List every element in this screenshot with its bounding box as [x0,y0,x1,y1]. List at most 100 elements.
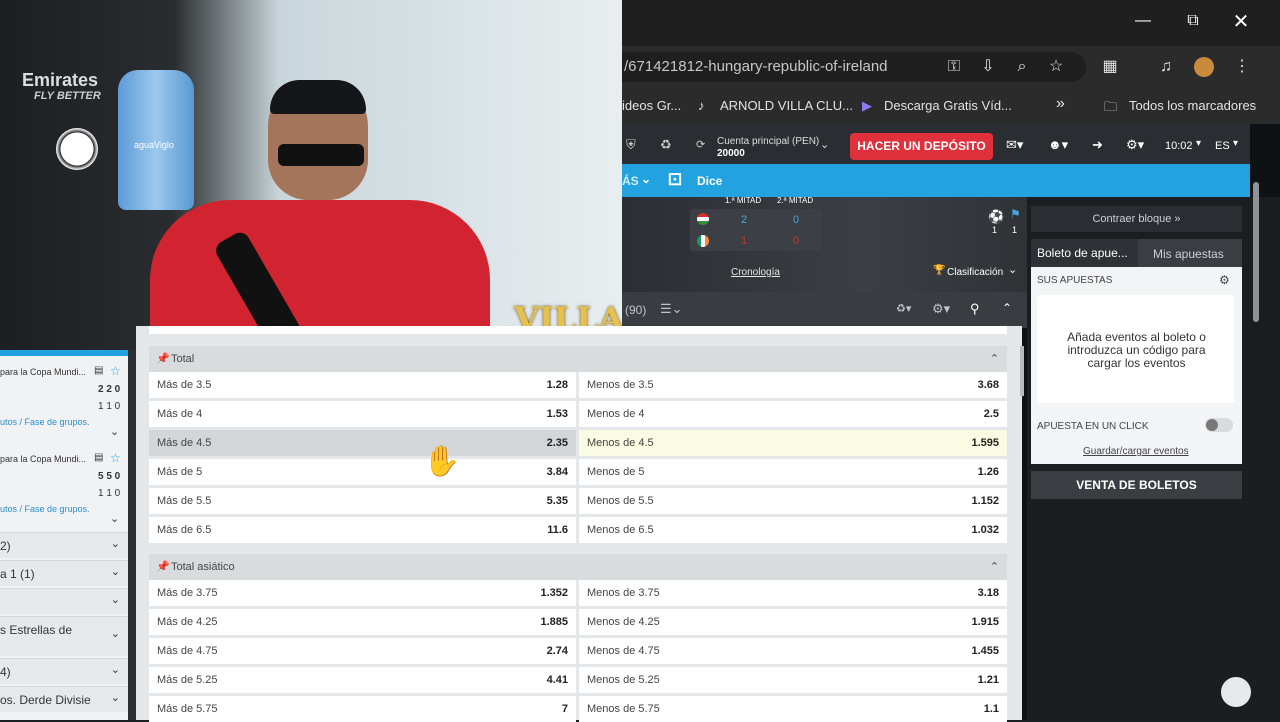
odds-value: 1.915 [971,616,999,628]
search-icon[interactable]: ⚲ [970,301,980,317]
odds-cell-over[interactable]: Más de 4.25 1.885 [149,609,576,635]
odds-cell-over[interactable]: Más de 3.75 1.352 [149,580,576,606]
odds-cell-under[interactable]: Menos de 4.5 1.595 [579,430,1007,456]
odds-cell-under[interactable]: Menos de 5 1.26 [579,459,1007,485]
all-bookmarks[interactable]: Todos los marcadores [1129,98,1256,113]
minimize-icon[interactable]: — [1120,0,1166,42]
account-label[interactable]: Cuenta principal (PEN) [717,136,819,147]
save-load-link[interactable]: Guardar/cargar eventos [1083,446,1189,457]
key-icon[interactable]: ⚿ [944,58,964,76]
odds-cell-under[interactable]: Menos de 6.5 1.032 [579,517,1007,543]
media-control-icon[interactable]: ♫ [1156,58,1176,76]
sidebar-league-item[interactable]: 2) ⌄ [0,532,128,558]
star-icon[interactable]: ☆ [1046,58,1066,76]
odds-cell-over[interactable]: Más de 5.5 5.35 [149,488,576,514]
outcome-label: Menos de 5.5 [587,495,654,507]
chevron-up-icon[interactable]: ⌃ [990,554,999,580]
chevron-down-icon[interactable]: ⌄ [820,138,829,151]
profile-avatar[interactable] [1194,57,1214,77]
odds-cell-over[interactable]: Más de 5.75 7 [149,696,576,722]
sidebar-league-item[interactable]: 4) ⌄ [0,658,128,684]
one-click-toggle[interactable] [1205,418,1233,432]
install-icon[interactable]: ⇩ [978,58,998,76]
event-title[interactable]: para la Copa Mundi... [0,454,86,464]
sidebar-league-item[interactable]: s Estrellas de ⌄ [0,616,128,656]
list-icon[interactable]: ☰⌄ [660,301,683,317]
odds-cell-under[interactable]: Menos de 4.75 1.455 [579,638,1007,664]
bell-icon[interactable]: ♻▾ [896,302,911,315]
collapse-block-button[interactable]: Contraer bloque » [1031,206,1242,232]
scrollbar[interactable] [1253,182,1259,322]
odds-cell-under[interactable]: Menos de 5.5 1.152 [579,488,1007,514]
odds-cell-over[interactable]: Más de 4.5 2.35 [149,430,576,456]
more-menu[interactable]: ÁS [622,174,639,188]
extensions-icon[interactable]: ▦ [1100,58,1120,76]
odds-cell-over[interactable]: Más de 4 1.53 [149,401,576,427]
chevron-down-icon[interactable]: ⌄ [111,691,120,704]
user-icon[interactable]: ☻▾ [1048,137,1068,153]
chevron-up-icon[interactable]: ⌃ [990,346,999,372]
bookmarks-more[interactable]: » [1056,95,1065,113]
odds-cell-under[interactable]: Menos de 3.75 3.18 [579,580,1007,606]
language-select[interactable]: ES [1215,140,1230,152]
dice-link[interactable]: Dice [697,174,722,188]
odds-cell-over[interactable]: Más de 6.5 11.6 [149,517,576,543]
gear-icon[interactable]: ⚙▾ [932,301,950,317]
bell-icon[interactable]: ♻ [660,137,672,153]
chevron-down-icon[interactable]: ▾ [1233,138,1238,149]
sidebar-league-item[interactable]: ⌄ [0,588,128,614]
chevron-down-icon[interactable]: ⌄ [641,172,651,186]
event-subtitle[interactable]: utos / Fase de grupos. [0,417,90,427]
chevron-down-icon[interactable]: ▾ [1196,138,1201,149]
chevron-down-icon[interactable]: ⌄ [110,512,119,525]
odds-cell-under[interactable]: Menos de 5.75 1.1 [579,696,1007,722]
timeline-link[interactable]: Cronología [731,267,780,278]
chevron-down-icon[interactable]: ⌄ [111,627,120,640]
odds-cell-under[interactable]: Menos de 4 2.5 [579,401,1007,427]
restore-icon[interactable]: ⧉ [1170,0,1216,42]
event-title[interactable]: para la Copa Mundi... [0,367,86,377]
sidebar-league-item[interactable]: os. Derde Divisie ⌄ [0,686,128,712]
deposit-button[interactable]: HACER UN DEPÓSITO [850,133,993,160]
clock-time[interactable]: 10:02 [1165,140,1193,152]
collapse-up-icon[interactable]: ⌃ [1002,301,1012,315]
bookmark-item[interactable]: ideos Gr... [622,98,681,113]
odds-cell-over[interactable]: Más de 5.25 4.41 [149,667,576,693]
odds-value: 3.68 [977,379,999,391]
chevron-down-icon[interactable]: ⌄ [110,425,119,438]
section-asian-header[interactable]: 📌 Total asiático ⌃ [149,554,1007,580]
gear-icon[interactable]: ⚙▾ [1126,137,1144,153]
odds-cell-over[interactable]: Más de 5 3.84 [149,459,576,485]
odds-cell-under[interactable]: Menos de 3.5 3.68 [579,372,1007,398]
logout-icon[interactable]: ➜ [1092,137,1103,153]
odds-cell-under[interactable]: Menos de 5.25 1.21 [579,667,1007,693]
event-subtitle[interactable]: utos / Fase de grupos. [0,504,90,514]
standings-link[interactable]: Clasificación [947,267,1003,278]
bookmark-item[interactable]: Descarga Gratis Víd... [884,98,1012,113]
odds-cell-over[interactable]: Más de 4.75 2.74 [149,638,576,664]
scrollbar[interactable] [1020,346,1024,396]
shield-icon[interactable]: ⛨ [626,137,636,153]
chat-button[interactable] [1221,677,1251,707]
tab-bet-slip[interactable]: Boleto de apue... [1031,239,1138,267]
zoom-icon[interactable]: ⌕ [1012,58,1032,76]
menu-icon[interactable]: ⋮ [1232,58,1252,76]
gear-icon[interactable]: ⚙ [1219,273,1230,287]
bookmark-item[interactable]: ARNOLD VILLA CLU... [720,98,853,113]
chevron-down-icon[interactable]: ⌄ [111,663,120,676]
section-total-header[interactable]: 📌 Total ⌃ [149,346,1007,372]
mail-icon[interactable]: ✉▾ [1006,137,1023,153]
odds-cell-over[interactable]: Más de 3.5 1.28 [149,372,576,398]
sidebar-league-item[interactable]: a 1 (1) ⌄ [0,560,128,586]
close-icon[interactable]: ✕ [1218,0,1264,42]
ticket-sale-button[interactable]: VENTA DE BOLETOS [1031,471,1242,499]
chevron-down-icon[interactable]: ⌄ [111,593,120,606]
chevron-down-icon[interactable]: ⌄ [1008,263,1017,276]
star-icon[interactable]: ☆ [110,364,121,378]
star-icon[interactable]: ☆ [110,451,121,465]
tab-my-bets[interactable]: Mis apuestas [1153,247,1224,261]
chevron-down-icon[interactable]: ⌄ [111,565,120,578]
refresh-icon[interactable]: ⟳ [696,138,705,151]
odds-cell-under[interactable]: Menos de 4.25 1.915 [579,609,1007,635]
chevron-down-icon[interactable]: ⌄ [111,537,120,550]
